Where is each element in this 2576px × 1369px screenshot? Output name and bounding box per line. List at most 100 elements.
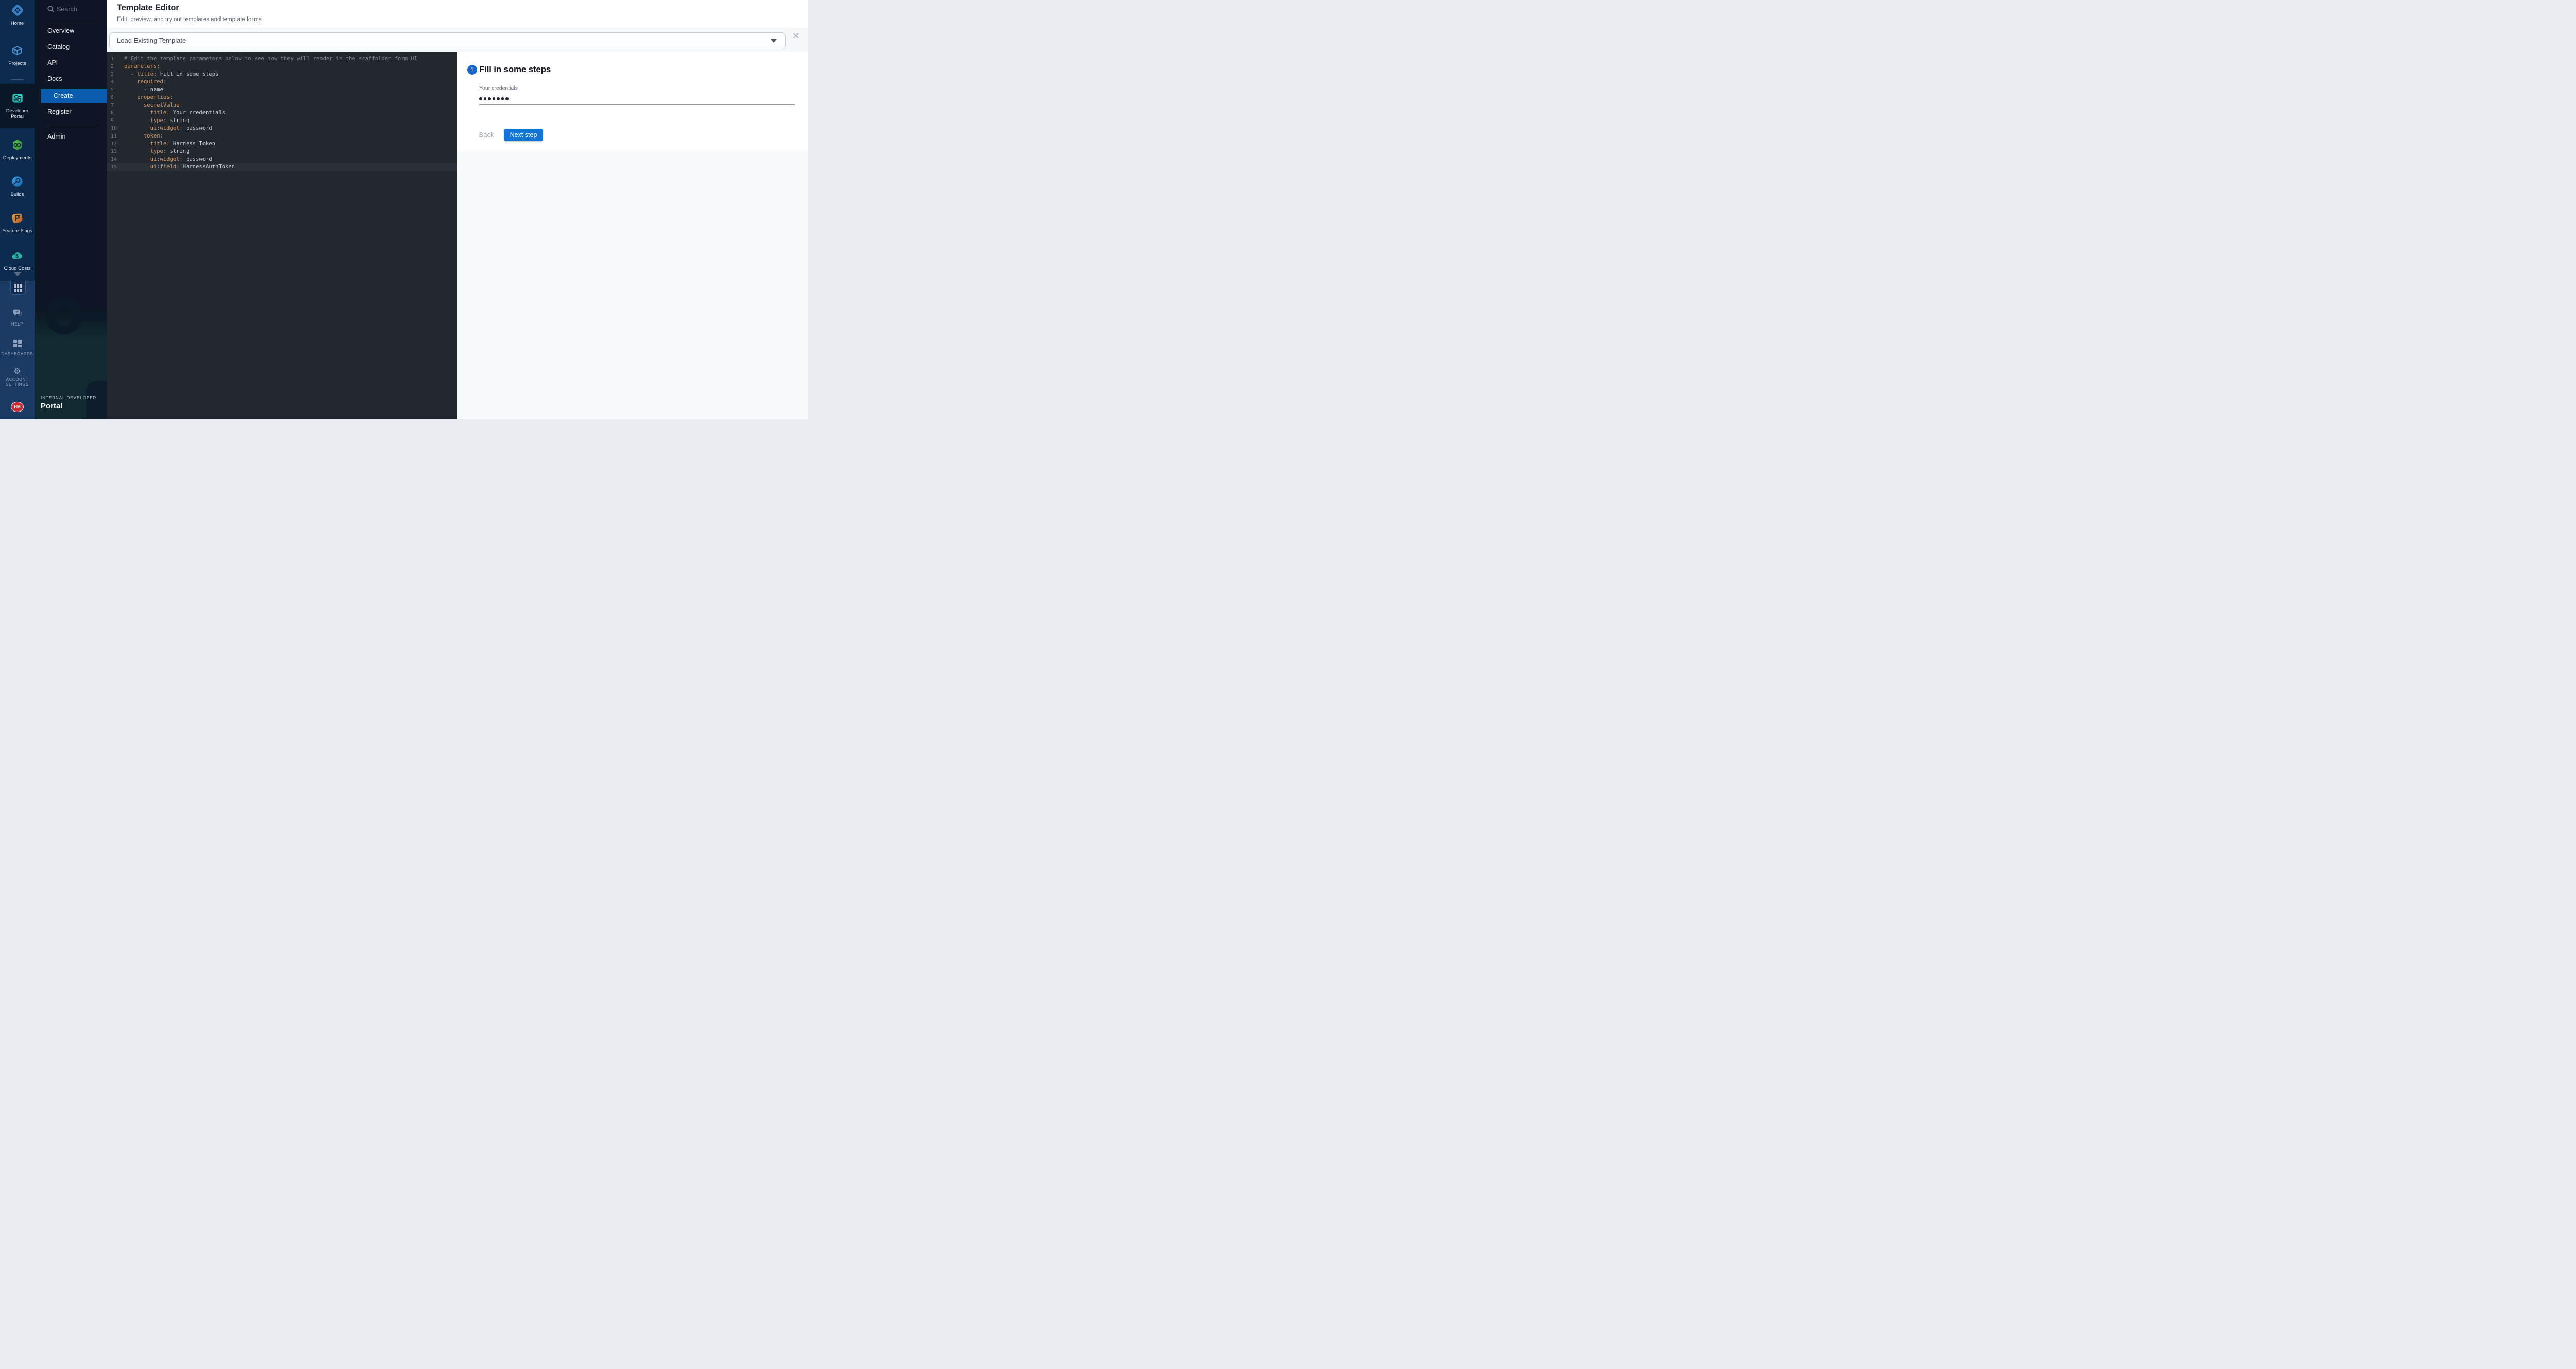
password-dot [488,97,491,100]
password-dot [493,97,496,100]
form-preview-panel: 1 Fill in some steps Your credentials Ba… [457,52,808,419]
sidebar-item-label: Deployments [0,156,35,161]
brand-title: Portal [41,402,96,410]
dashboards-icon [12,339,23,351]
gear-icon: ⚙ [13,367,21,377]
sidebar-item-deployments[interactable]: Deployments [0,138,35,161]
sidebar-item-label: DASHBOARDS [0,352,35,357]
sidebar-item-label: HELP [0,322,35,327]
module-selector-button[interactable] [10,281,26,295]
builds-icon [10,175,24,191]
code-line[interactable]: 3 - title: Fill in some steps [107,71,457,78]
password-dot [484,97,487,100]
sidebar-item-catalog[interactable]: Catalog [35,40,107,54]
sidebar-item-api[interactable]: API [35,56,107,70]
help-chat-icon: ? [12,308,23,321]
sidebar-item-home[interactable]: Home [0,3,35,27]
dropdown-caret-icon[interactable] [771,39,777,43]
sidebar-item-account-settings[interactable]: ⚙ ACCOUNT SETTINGS [0,367,35,388]
code-line[interactable]: 15 ui:field: HarnessAuthToken [107,163,457,171]
svg-text:?: ? [15,310,18,314]
home-icon [10,3,25,20]
code-line[interactable]: 7 secretValue: [107,101,457,109]
yaml-code-editor[interactable]: 1# Edit the template parameters below to… [107,52,457,419]
line-number: 2 [107,63,124,71]
credentials-field-label: Your credentials [479,85,518,91]
line-number: 11 [107,132,124,140]
next-step-button[interactable]: Next step [504,129,543,141]
step-number-badge: 1 [467,65,477,75]
deployments-icon [10,138,24,155]
step-title: Fill in some steps [479,64,551,75]
page-title: Template Editor [117,3,179,13]
sidebar-item-label: Builds [0,192,35,198]
code-lines: 1# Edit the template parameters below to… [107,55,457,171]
password-masked-value [479,95,795,102]
code-line[interactable]: 8 title: Your credentials [107,109,457,117]
sidebar-item-register[interactable]: Register [35,105,107,119]
module-sidebar: Home Projects [0,0,35,419]
cloud-costs-icon: $ [10,249,24,265]
search-icon [47,5,55,16]
line-number: 15 [107,163,124,171]
module-divider [11,79,24,80]
code-line[interactable]: 12 title: Harness Token [107,140,457,148]
sidebar-item-label: ACCOUNT SETTINGS [4,377,31,388]
code-line[interactable]: 1# Edit the template parameters below to… [107,55,457,63]
back-button[interactable]: Back [477,129,496,141]
brand-eyebrow: INTERNAL DEVELOPER [41,396,96,400]
sidebar-item-label: Projects [0,61,35,67]
template-picker-row: Load Existing Template ✕ [107,28,808,52]
input-underline [479,104,795,105]
grid-icon [14,284,22,292]
chevron-down-icon[interactable] [13,272,22,276]
line-number: 7 [107,101,124,109]
line-number: 1 [107,55,124,63]
code-line[interactable]: 14 ui:widget: password [107,156,457,163]
search-placeholder: Search [57,6,77,13]
password-input[interactable] [479,95,795,105]
sidebar-item-cloud-costs[interactable]: $ Cloud Costs [0,249,35,272]
dropdown-value: Load Existing Template [117,37,186,44]
line-number: 13 [107,148,124,156]
sidebar-item-help[interactable]: ? HELP [0,308,35,327]
sidebar-item-builds[interactable]: Builds [0,175,35,198]
line-number: 14 [107,156,124,163]
sidebar-item-docs[interactable]: Docs [35,72,107,86]
code-line[interactable]: 2parameters: [107,63,457,71]
search-input[interactable]: Search [35,3,107,15]
projects-icon [10,44,24,60]
close-icon[interactable]: ✕ [791,31,801,41]
sidebar-item-label: Developer Portal [3,109,32,120]
code-line[interactable]: 13 type: string [107,148,457,156]
sidebar-item-dashboards[interactable]: DASHBOARDS [0,339,35,357]
sidebar-item-admin[interactable]: Admin [35,129,107,144]
template-editor-page: Home Projects [0,0,808,419]
menu-sidebar: Search Overview Catalog API Docs Create … [35,0,107,419]
sidebar-item-create[interactable]: Create [41,89,107,103]
avatar-initials: HM [14,405,20,409]
code-line[interactable]: 11 token: [107,132,457,140]
load-template-dropdown[interactable]: Load Existing Template [109,32,786,49]
password-dot [479,97,482,100]
decor-ring-shape [46,298,82,334]
code-line[interactable]: 10 ui:widget: password [107,125,457,132]
line-number: 10 [107,125,124,132]
sidebar-item-label: Cloud Costs [0,266,35,272]
code-line[interactable]: 9 type: string [107,117,457,125]
code-line[interactable]: 6 properties: [107,94,457,101]
developer-portal-icon [11,92,24,108]
sidebar-item-overview[interactable]: Overview [35,24,107,38]
code-line[interactable]: 4 required: [107,78,457,86]
line-number: 5 [107,86,124,94]
user-avatar[interactable]: HM [11,402,24,412]
sidebar-item-projects[interactable]: Projects [0,44,35,67]
code-line[interactable]: 5 - name [107,86,457,94]
sidebar-item-label: Home [0,21,35,27]
sidebar-item-developer-portal[interactable]: Developer Portal [0,92,35,120]
step-number: 1 [471,67,474,73]
line-number: 6 [107,94,124,101]
line-number: 12 [107,140,124,148]
feature-flags-icon [10,211,24,228]
sidebar-item-feature-flags[interactable]: Feature Flags [0,211,35,234]
